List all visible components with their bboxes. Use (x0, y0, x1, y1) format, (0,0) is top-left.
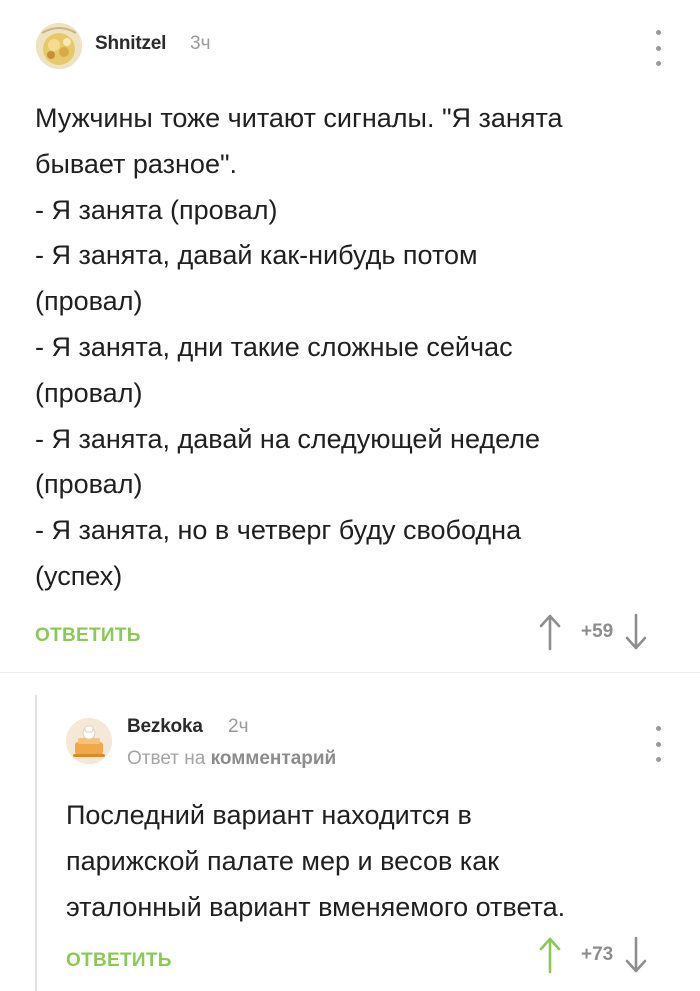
comment-text-line: (провал) (35, 286, 143, 317)
reply-to-prefix: Ответ на (127, 748, 206, 769)
comment-text-line: - Я занята, давай на следующей неделе (35, 423, 541, 454)
arrow-down-icon[interactable] (623, 612, 649, 652)
comment-text: Мужчины тоже читают сигналы. "Я занята б… (35, 96, 675, 600)
arrow-down-icon[interactable] (623, 935, 649, 975)
comment-time: 2ч (228, 716, 249, 737)
reply-button[interactable]: ОТВЕТИТЬ (35, 625, 141, 647)
comment-author[interactable]: Bezkoka (127, 716, 203, 738)
reply-button[interactable]: ОТВЕТИТЬ (66, 950, 172, 972)
comment-text-line: (провал) (35, 377, 143, 408)
avatar-image-icon (36, 23, 82, 69)
vote-controls: +59 (537, 612, 649, 652)
vote-score: +59 (581, 621, 614, 642)
arrow-up-icon[interactable] (537, 612, 563, 652)
comment-text-line: парижской палате мер и весов как (66, 845, 500, 876)
comment-text-line: - Я занята, дни такие сложные сейчас (35, 331, 513, 362)
comment-text-line: бывает разное". (35, 148, 238, 179)
arrow-up-icon[interactable] (537, 935, 563, 975)
kebab-menu-icon[interactable] (651, 726, 665, 762)
avatar-image-icon (66, 718, 112, 764)
comment-text: Последний вариант находится в парижской … (66, 793, 686, 930)
comment-text-line: - Я занята (провал) (35, 194, 278, 225)
comment-text-line: Последний вариант находится в (66, 800, 472, 830)
kebab-menu-icon[interactable] (651, 30, 665, 66)
comment-text-line: эталонный вариант вменяемого ответа. (66, 891, 566, 922)
comment-text-line: (успех) (35, 560, 123, 591)
avatar[interactable] (66, 718, 112, 764)
comment: Shnitzel 3ч Мужчины тоже читают сигналы.… (0, 0, 700, 672)
avatar[interactable] (36, 23, 82, 69)
comment-text-line: - Я занята, но в четверг буду свободна (35, 515, 522, 546)
vote-controls: +73 (537, 935, 649, 975)
comment-reply: Bezkoka 2ч Ответ на комментарий Последни… (0, 673, 700, 991)
comment-text-line: - Я занята, давай как-нибудь потом (35, 240, 478, 271)
reply-to-label: Ответ на комментарий (127, 748, 336, 770)
comment-text-line: (провал) (35, 469, 143, 500)
comment-time: 3ч (190, 33, 211, 54)
comment-author[interactable]: Shnitzel (95, 33, 166, 55)
vote-score: +73 (581, 944, 614, 965)
reply-to-link[interactable]: комментарий (211, 748, 337, 769)
comment-text-line: Мужчины тоже читают сигналы. "Я занята (35, 103, 563, 133)
